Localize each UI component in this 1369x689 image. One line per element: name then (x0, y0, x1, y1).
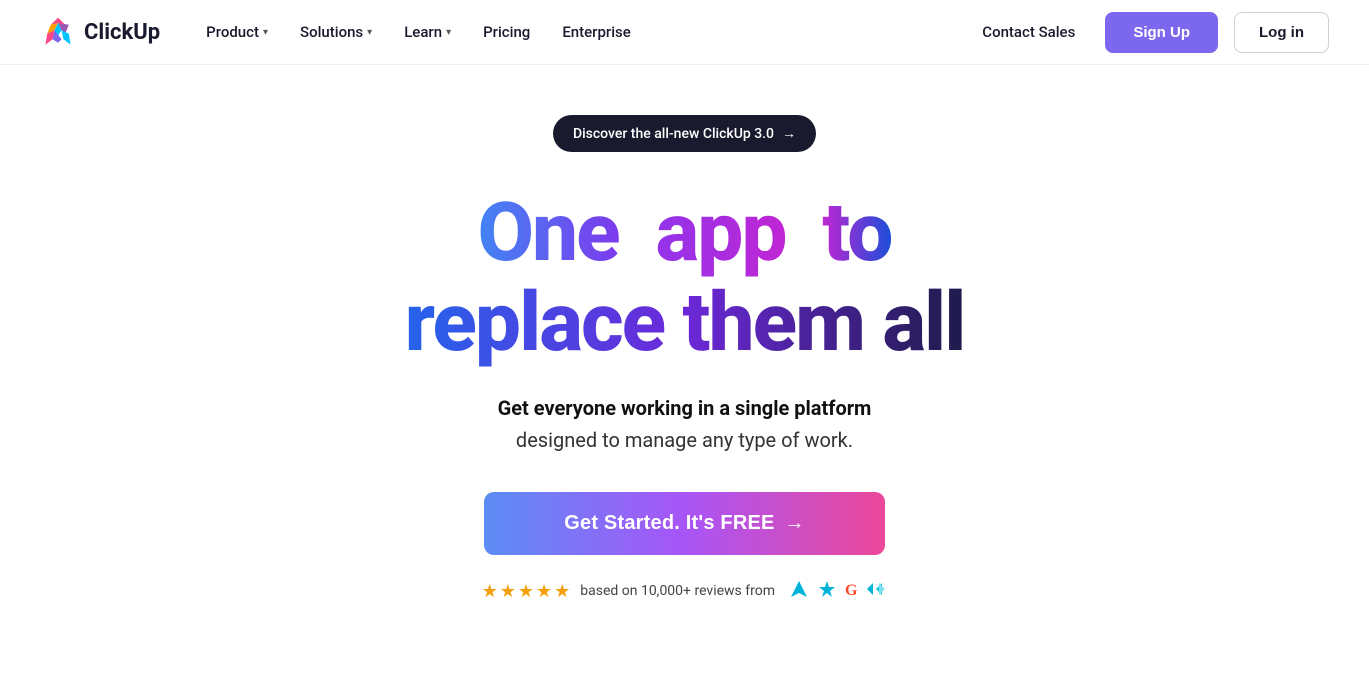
cta-arrow-icon: → (785, 512, 805, 535)
nav-item-learn[interactable]: Learn ▾ (390, 15, 465, 49)
nav-item-pricing[interactable]: Pricing (469, 15, 544, 49)
review-text: based on 10,000+ reviews from (580, 583, 775, 599)
subtitle-bold: Get everyone working in a single platfor… (498, 396, 872, 420)
announcement-pill[interactable]: Discover the all-new ClickUp 3.0 → (553, 115, 816, 152)
signup-button[interactable]: Sign Up (1105, 12, 1218, 53)
headline-word-app: app (656, 185, 786, 281)
arrow-icon: → (782, 125, 796, 142)
nav-label-enterprise: Enterprise (562, 23, 630, 41)
navbar: ClickUp Product ▾ Solutions ▾ Learn ▾ Pr… (0, 0, 1369, 65)
login-button[interactable]: Log in (1234, 12, 1329, 53)
g2-star-icon (817, 579, 837, 603)
headline-word-to: to (822, 185, 891, 281)
review-logos: G (789, 579, 887, 603)
star-3: ★ (518, 581, 534, 602)
announcement-text: Discover the all-new ClickUp 3.0 (573, 126, 774, 142)
star-5: ★ (554, 581, 570, 602)
star-2: ★ (500, 581, 516, 602)
nav-item-solutions[interactable]: Solutions ▾ (286, 15, 386, 49)
headline-word-one: One (477, 185, 618, 281)
nav-label-product: Product (206, 23, 259, 41)
contact-sales-link[interactable]: Contact Sales (968, 15, 1089, 49)
chevron-down-icon: ▾ (446, 27, 451, 38)
headline-line2: replace them all (405, 278, 965, 368)
logo-text: ClickUp (84, 20, 160, 45)
nav-item-enterprise[interactable]: Enterprise (548, 15, 644, 49)
nav-right: Contact Sales Sign Up Log in (968, 12, 1329, 53)
nav-label-pricing: Pricing (483, 23, 530, 41)
nav-links: Product ▾ Solutions ▾ Learn ▾ Pricing En… (192, 15, 968, 49)
reviews-row: ★ ★ ★ ★ ★ based on 10,000+ reviews from … (482, 579, 888, 603)
subtitle-regular: designed to manage any type of work. (516, 428, 853, 452)
hero-section: Discover the all-new ClickUp 3.0 → One a… (0, 65, 1369, 603)
star-rating: ★ ★ ★ ★ ★ (482, 581, 571, 602)
nav-item-product[interactable]: Product ▾ (192, 15, 282, 49)
chevron-down-icon: ▾ (263, 27, 268, 38)
clickup-logo-icon (40, 14, 76, 50)
capterra-arrows-icon (865, 581, 887, 601)
nav-label-learn: Learn (404, 23, 442, 41)
hero-subtitle: Get everyone working in a single platfor… (498, 392, 872, 456)
star-1: ★ (482, 581, 498, 602)
cta-label: Get Started. It's FREE (564, 512, 774, 535)
star-4: ★ (536, 581, 552, 602)
logo-link[interactable]: ClickUp (40, 14, 160, 50)
cta-button[interactable]: Get Started. It's FREE → (484, 492, 885, 555)
hero-headline: One app to replace them all (405, 188, 965, 368)
g2-icon: G (845, 582, 857, 600)
chevron-down-icon: ▾ (367, 27, 372, 38)
capterra-icon (789, 579, 809, 603)
nav-label-solutions: Solutions (300, 23, 363, 41)
